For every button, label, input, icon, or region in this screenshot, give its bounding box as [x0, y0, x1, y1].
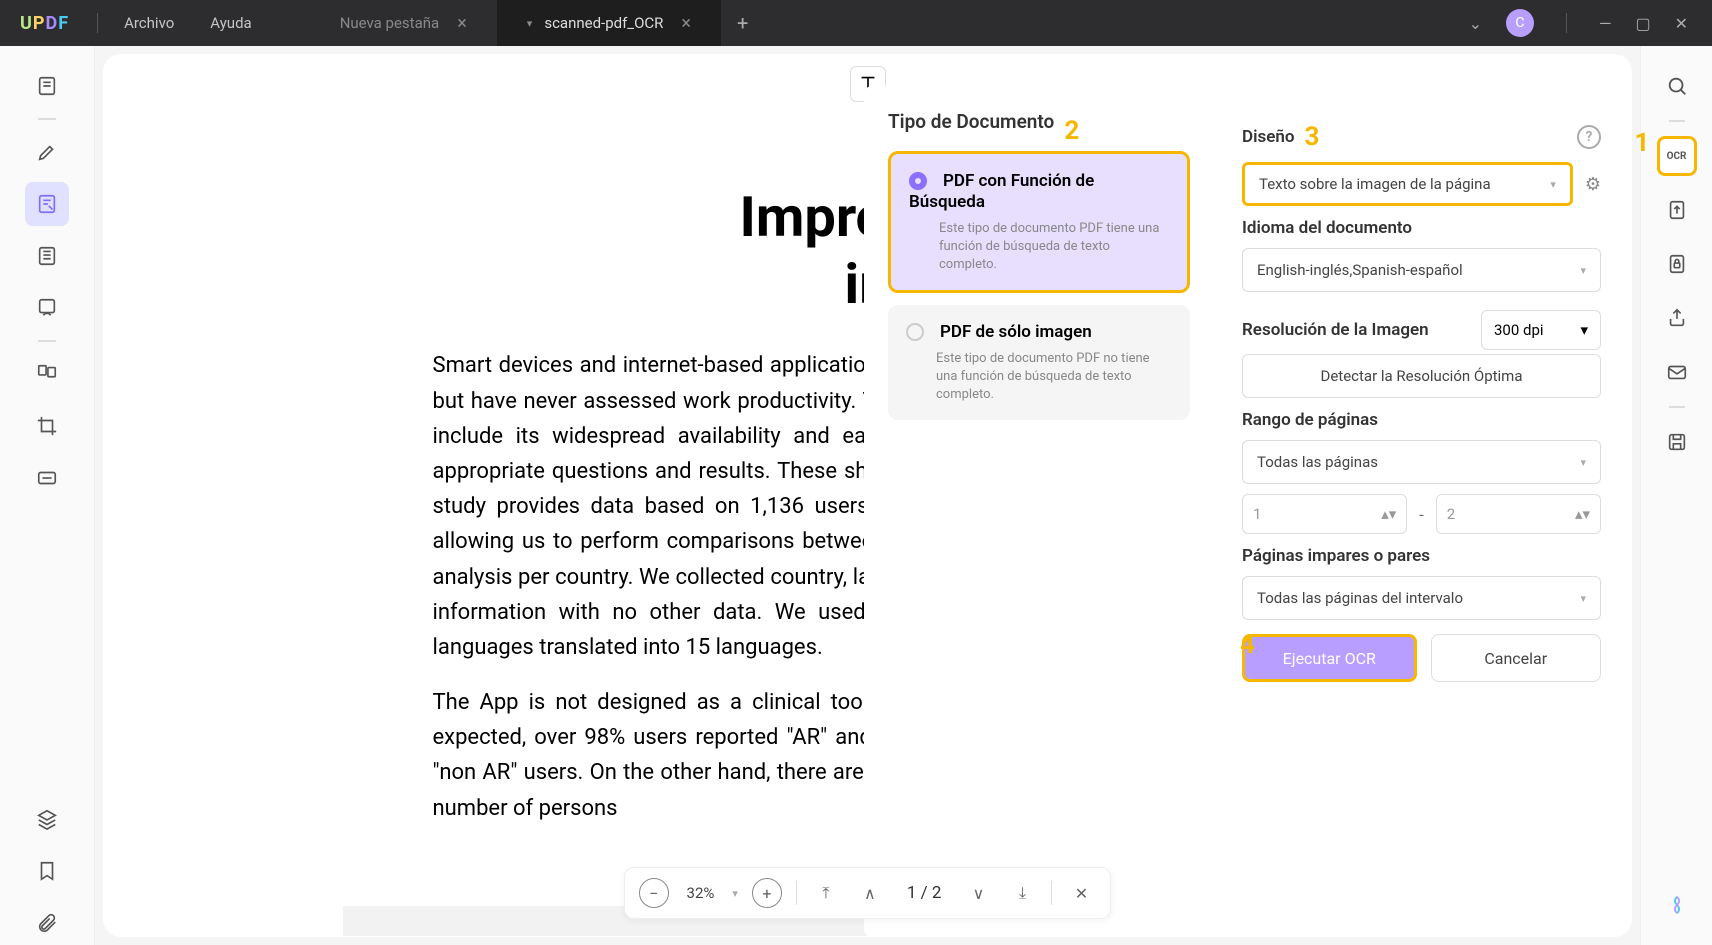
page-range-label: Rango de páginas	[1242, 410, 1601, 430]
chevron-down-icon: ▾	[1580, 264, 1586, 277]
execute-ocr-button[interactable]: Ejecutar OCR	[1242, 634, 1417, 682]
ocr-panel: Tipo de Documento 2 PDF con Función de B…	[864, 86, 1629, 937]
option-desc: Este tipo de documento PDF no tiene una …	[936, 350, 1172, 405]
titlebar: UPDF Archivo Ayuda Nueva pestaña × ▾ sca…	[0, 0, 1712, 46]
ai-icon[interactable]	[1657, 885, 1697, 925]
share-icon[interactable]	[1657, 298, 1697, 338]
zoom-in-button[interactable]: +	[752, 878, 782, 908]
search-icon[interactable]	[1657, 66, 1697, 106]
design-value: Texto sobre la imagen de la página	[1259, 175, 1491, 193]
odd-even-select[interactable]: Todas las páginas del intervalo ▾	[1242, 576, 1601, 620]
chevron-down-icon[interactable]: ▾	[527, 17, 533, 30]
page-indicator[interactable]: 1 / 2	[899, 883, 950, 903]
doc-type-searchable[interactable]: PDF con Función de Búsqueda Este tipo de…	[888, 151, 1190, 293]
crop-tool[interactable]	[25, 404, 69, 448]
add-tab-button[interactable]: +	[721, 0, 764, 46]
zoom-value[interactable]: 32%	[683, 884, 719, 902]
radio-unselected-icon	[906, 323, 924, 341]
tab-current-label: scanned-pdf_OCR	[544, 14, 663, 32]
highlighter-tool[interactable]	[25, 130, 69, 174]
design-select[interactable]: Texto sobre la imagen de la página ▾	[1242, 162, 1573, 206]
menu-help[interactable]: Ayuda	[192, 14, 269, 32]
close-icon[interactable]: ×	[681, 13, 691, 34]
odd-even-value: Todas las páginas del intervalo	[1257, 589, 1463, 607]
doc-type-image-only[interactable]: PDF de sólo imagen Este tipo de document…	[888, 305, 1190, 420]
first-page-button[interactable]: ⤒	[811, 878, 841, 908]
detect-resolution-button[interactable]: Detectar la Resolución Óptima	[1242, 354, 1601, 398]
menu-file[interactable]: Archivo	[106, 14, 192, 32]
callout-3: 3	[1305, 122, 1320, 152]
range-from-input[interactable]: 1▴▾	[1242, 494, 1407, 534]
option-title: PDF con Función de Búsqueda	[909, 171, 1094, 212]
save-icon[interactable]	[1657, 422, 1697, 462]
reader-tool[interactable]	[25, 64, 69, 108]
radio-selected-icon	[909, 172, 927, 190]
language-label: Idioma del documento	[1242, 218, 1601, 238]
tab-new[interactable]: Nueva pestaña ×	[310, 0, 497, 46]
chevron-down-icon: ▾	[1580, 321, 1588, 339]
odd-even-label: Páginas impares o pares	[1242, 546, 1601, 566]
bottom-toolbar: − 32% ▾ + ⤒ ∧ 1 / 2 ∨ ⤓ ✕	[624, 867, 1112, 919]
language-select[interactable]: English-inglés,Spanish-español ▾	[1242, 248, 1601, 292]
doc-type-label: Tipo de Documento	[888, 110, 1054, 133]
next-page-button[interactable]: ∨	[963, 878, 993, 908]
close-icon[interactable]: ×	[457, 13, 467, 34]
chevron-down-icon[interactable]: ⌄	[1469, 14, 1482, 33]
protect-icon[interactable]	[1657, 244, 1697, 284]
callout-4: 4	[1240, 630, 1255, 660]
app-logo: UPDF	[0, 13, 89, 34]
canvas-area: Improve Vin Smart devices and internet-b…	[103, 54, 1632, 937]
range-dash: -	[1419, 505, 1423, 524]
right-sidebar: 1 OCR	[1640, 46, 1712, 945]
email-icon[interactable]	[1657, 352, 1697, 392]
zoom-out-button[interactable]: −	[639, 878, 669, 908]
range-to-input[interactable]: 2▴▾	[1436, 494, 1601, 534]
bookmark-icon[interactable]	[25, 849, 69, 893]
convert-icon[interactable]	[1657, 190, 1697, 230]
minimize-icon[interactable]: —	[1599, 14, 1612, 33]
close-icon[interactable]: ✕	[1675, 14, 1688, 33]
edit-text-tool[interactable]	[25, 182, 69, 226]
prev-page-button[interactable]: ∧	[855, 878, 885, 908]
organize-tool[interactable]	[25, 352, 69, 396]
cancel-button[interactable]: Cancelar	[1431, 634, 1602, 682]
resolution-value: 300 dpi	[1494, 321, 1544, 339]
layers-icon[interactable]	[25, 797, 69, 841]
attachment-icon[interactable]	[25, 901, 69, 945]
left-sidebar	[0, 46, 95, 945]
page-range-select[interactable]: Todas las páginas ▾	[1242, 440, 1601, 484]
chevron-down-icon[interactable]: ▾	[732, 887, 738, 900]
language-value: English-inglés,Spanish-español	[1257, 261, 1463, 279]
design-label: Diseño	[1242, 127, 1295, 147]
avatar[interactable]: C	[1506, 9, 1534, 37]
close-toolbar-button[interactable]: ✕	[1066, 878, 1096, 908]
option-title: PDF de sólo imagen	[940, 322, 1092, 342]
resolution-select[interactable]: 300 dpi ▾	[1481, 310, 1601, 350]
last-page-button[interactable]: ⤓	[1007, 878, 1037, 908]
tab-new-label: Nueva pestaña	[340, 14, 440, 32]
gear-icon[interactable]: ⚙	[1585, 174, 1601, 195]
chevron-down-icon: ▾	[1550, 178, 1556, 191]
callout-1: 1	[1635, 128, 1650, 158]
signature-tool[interactable]	[25, 286, 69, 330]
page-range-value: Todas las páginas	[1257, 453, 1378, 471]
resolution-label: Resolución de la Imagen	[1242, 320, 1429, 340]
maximize-icon[interactable]: ▢	[1635, 14, 1650, 33]
chevron-down-icon: ▾	[1580, 592, 1586, 605]
redact-tool[interactable]	[25, 456, 69, 500]
ocr-button[interactable]: OCR	[1657, 136, 1697, 176]
tab-current[interactable]: ▾ scanned-pdf_OCR ×	[497, 0, 721, 46]
chevron-down-icon: ▾	[1580, 456, 1586, 469]
option-desc: Este tipo de documento PDF tiene una fun…	[939, 220, 1169, 275]
form-tool[interactable]	[25, 234, 69, 278]
callout-2: 2	[1064, 116, 1079, 146]
help-icon[interactable]: ?	[1577, 125, 1601, 149]
